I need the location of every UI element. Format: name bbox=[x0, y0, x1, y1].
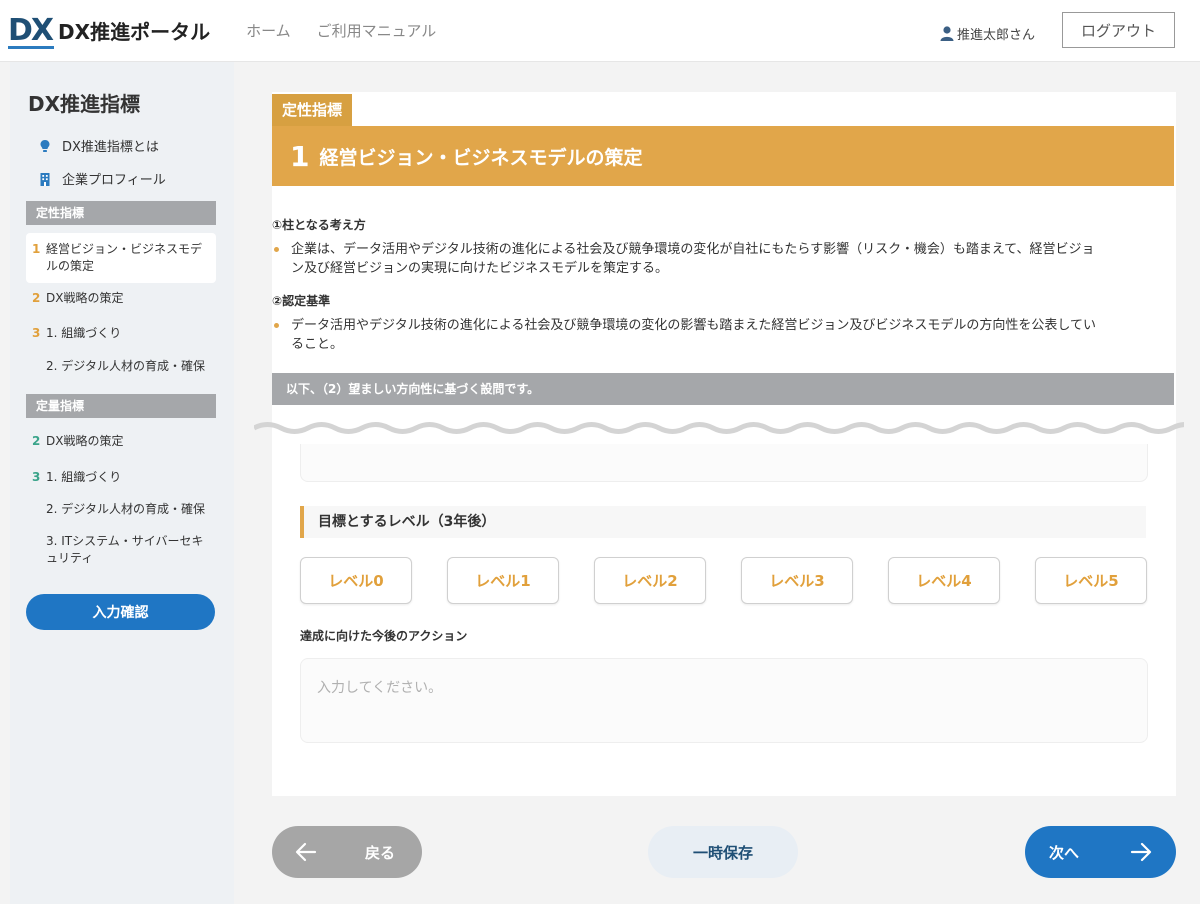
category-tag: 定性指標 bbox=[272, 94, 353, 126]
item-label: 3. ITシステム・サイバーセキュリティ bbox=[46, 534, 204, 565]
bullet-icon bbox=[274, 323, 279, 328]
title-banner: 1 経営ビジョン・ビジネスモデルの策定 bbox=[272, 126, 1174, 186]
item-label: 経営ビジョン・ビジネスモデルの策定 bbox=[46, 242, 203, 273]
item-number: 3 bbox=[32, 326, 41, 340]
level-4-button[interactable]: レベル4 bbox=[888, 557, 1000, 604]
user-icon bbox=[940, 26, 954, 41]
header: DX DX推進ポータル ホーム ご利用マニュアル 推進太郎さん ログアウト bbox=[0, 0, 1200, 62]
item-label: DX戦略の策定 bbox=[46, 434, 124, 448]
back-label: 戻る bbox=[365, 844, 396, 862]
lightbulb-icon bbox=[40, 139, 50, 152]
previous-answer-box[interactable] bbox=[300, 444, 1148, 482]
building-icon bbox=[40, 172, 50, 186]
confirm-input-button[interactable]: 入力確認 bbox=[26, 594, 215, 630]
logo-mark: DX bbox=[8, 12, 55, 49]
item-label: 1. 組織づくり bbox=[46, 470, 122, 484]
target-level-heading: 目標とするレベル（3年後） bbox=[300, 506, 1146, 538]
user-info: 推進太郎さん bbox=[940, 24, 1035, 43]
item-number bbox=[32, 358, 46, 375]
question-notice: 以下、（2）望ましい方向性に基づく設問です。 bbox=[272, 373, 1174, 405]
action-input[interactable] bbox=[300, 658, 1148, 743]
principle-line: ン及び経営ビジョンの実現に向けたビジネスモデルを策定する。 bbox=[291, 261, 669, 276]
main-card: 定性指標 1 経営ビジョン・ビジネスモデルの策定 ①柱となる考え方 企業は、デー… bbox=[254, 92, 1184, 796]
sidebar-title: DX推進指標 bbox=[28, 92, 141, 116]
level-3-button[interactable]: レベル3 bbox=[741, 557, 853, 604]
sidebar-item-talent-quant[interactable]: 2. デジタル人材の育成・確保 bbox=[26, 501, 216, 518]
item-label: DX戦略の策定 bbox=[46, 291, 124, 305]
criteria-text: データ活用やデジタル技術の進化による社会及び競争環境の変化の影響も踏まえた経営ビ… bbox=[272, 316, 1172, 354]
sidebar-heading-quantitative: 定量指標 bbox=[26, 394, 216, 418]
sidebar-item-organization-quant[interactable]: 3 1. 組織づくり bbox=[26, 469, 216, 486]
sidebar-item-organization[interactable]: 3 1. 組織づくり bbox=[26, 325, 216, 342]
sidebar-item-vision[interactable]: 1 経営ビジョン・ビジネスモデルの策定 bbox=[26, 233, 216, 283]
item-label: 2. デジタル人材の育成・確保 bbox=[46, 359, 206, 373]
item-number bbox=[32, 501, 46, 518]
logo-text: DX推進ポータル bbox=[58, 20, 211, 44]
save-draft-button[interactable]: 一時保存 bbox=[648, 826, 798, 878]
section-break-wave bbox=[254, 422, 1184, 434]
level-0-button[interactable]: レベル0 bbox=[300, 557, 412, 604]
sidebar-link-label: 企業プロフィール bbox=[62, 173, 166, 188]
action-label: 達成に向けた今後のアクション bbox=[300, 629, 468, 643]
back-button[interactable]: 戻る bbox=[272, 826, 422, 878]
criteria-line: ること。 bbox=[291, 337, 344, 352]
arrow-left-icon bbox=[295, 842, 317, 862]
item-label: 2. デジタル人材の育成・確保 bbox=[46, 502, 206, 516]
sidebar-link-profile[interactable]: 企業プロフィール bbox=[38, 169, 166, 188]
criteria-line: データ活用やデジタル技術の進化による社会及び競争環境の変化の影響も踏まえた経営ビ… bbox=[291, 318, 1096, 333]
principle-line: 企業は、データ活用やデジタル技術の進化による社会及び競争環境の変化が自社にもたら… bbox=[291, 242, 1095, 257]
level-5-button[interactable]: レベル5 bbox=[1035, 557, 1147, 604]
arrow-right-icon bbox=[1130, 842, 1152, 862]
next-button[interactable]: 次へ bbox=[1025, 826, 1176, 878]
item-number: 1 bbox=[32, 242, 41, 256]
level-2-button[interactable]: レベル2 bbox=[594, 557, 706, 604]
sidebar-heading-qualitative: 定性指標 bbox=[26, 201, 216, 225]
sidebar-item-it-security[interactable]: 3. ITシステム・サイバーセキュリティ bbox=[26, 533, 216, 567]
principle-text: 企業は、データ活用やデジタル技術の進化による社会及び競争環境の変化が自社にもたら… bbox=[272, 240, 1172, 278]
next-label: 次へ bbox=[1049, 844, 1080, 862]
item-number: 2 bbox=[32, 434, 41, 448]
bullet-icon bbox=[274, 247, 279, 252]
logout-button[interactable]: ログアウト bbox=[1062, 12, 1175, 48]
sidebar-link-label: DX推進指標とは bbox=[62, 140, 159, 155]
sidebar: DX推進指標 DX推進指標とは 企業プロフィール 定性指標 1 経営ビジョン・ビ… bbox=[10, 62, 234, 904]
user-name: 推進太郎さん bbox=[957, 28, 1036, 43]
item-number bbox=[32, 533, 46, 567]
item-number: 2 bbox=[32, 291, 41, 305]
banner-number: 1 bbox=[290, 139, 310, 173]
nav-home[interactable]: ホーム bbox=[246, 20, 291, 41]
sidebar-item-talent[interactable]: 2. デジタル人材の育成・確保 bbox=[26, 358, 216, 375]
sidebar-item-dx-strategy-quant[interactable]: 2 DX戦略の策定 bbox=[26, 433, 216, 450]
item-label: 1. 組織づくり bbox=[46, 326, 122, 340]
item-number: 3 bbox=[32, 470, 41, 484]
sidebar-item-dx-strategy[interactable]: 2 DX戦略の策定 bbox=[26, 290, 216, 307]
level-1-button[interactable]: レベル1 bbox=[447, 557, 559, 604]
sidebar-link-about[interactable]: DX推進指標とは bbox=[38, 136, 159, 155]
logo[interactable]: DX DX推進ポータル bbox=[8, 12, 211, 49]
section-heading-criteria: ②認定基準 bbox=[272, 294, 331, 308]
section-heading-principle: ①柱となる考え方 bbox=[272, 218, 366, 232]
main-nav: ホーム ご利用マニュアル bbox=[246, 20, 436, 41]
banner-title: 経営ビジョン・ビジネスモデルの策定 bbox=[319, 146, 643, 169]
nav-manual[interactable]: ご利用マニュアル bbox=[317, 20, 437, 41]
